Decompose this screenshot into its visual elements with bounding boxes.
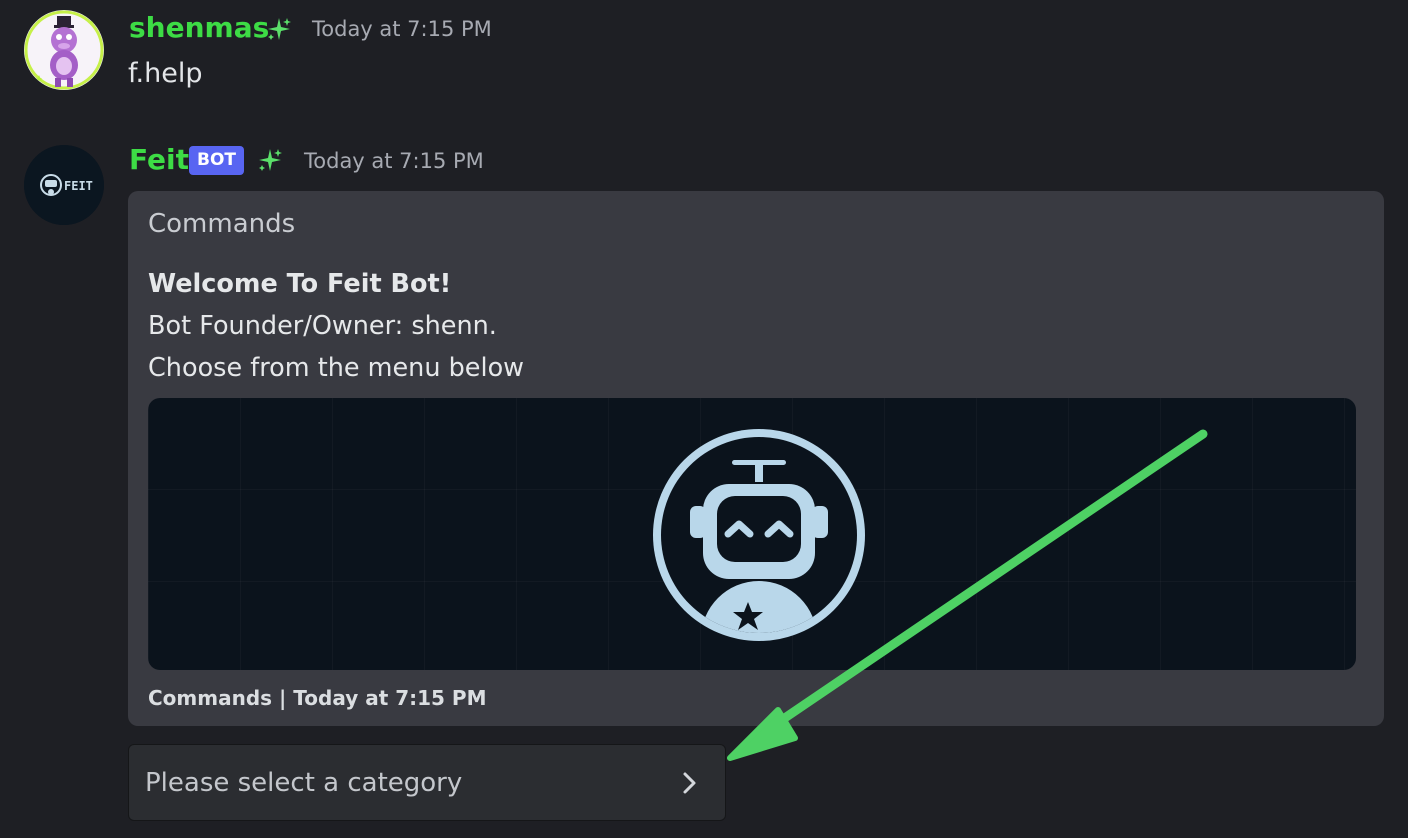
select-placeholder: Please select a category xyxy=(145,768,463,798)
bot-username[interactable]: Feit xyxy=(129,141,189,179)
chevron-right-icon xyxy=(683,772,696,794)
avatar-logo-text: FEIT xyxy=(64,179,93,193)
bot-tag: BOT xyxy=(189,146,245,175)
username[interactable]: shenmas xyxy=(129,9,269,47)
message-timestamp[interactable]: Today at 7:15 PM xyxy=(312,14,492,44)
embed-footer: Commands | Today at 7:15 PM xyxy=(148,686,487,710)
sparkle-icon xyxy=(268,18,291,40)
embed-owner-line: Bot Founder/Owner: shenn. xyxy=(148,311,497,341)
embed-instruction-line: Choose from the menu below xyxy=(148,353,525,383)
bot-avatar[interactable]: FEIT xyxy=(24,145,104,225)
embed-heading: Welcome To Feit Bot! xyxy=(148,269,452,299)
message-text: f.help xyxy=(128,58,203,89)
embed-image[interactable] xyxy=(148,398,1356,670)
sparkle-icon xyxy=(259,149,282,171)
message-timestamp[interactable]: Today at 7:15 PM xyxy=(304,146,484,176)
feit-robot-logo xyxy=(653,429,865,641)
embed-card: Commands Welcome To Feit Bot! Bot Founde… xyxy=(128,191,1384,726)
category-select[interactable]: Please select a category xyxy=(128,744,726,821)
embed-description: Welcome To Feit Bot! Bot Founder/Owner: … xyxy=(148,263,524,389)
user-avatar[interactable] xyxy=(24,10,104,90)
embed-title: Commands xyxy=(148,209,296,239)
